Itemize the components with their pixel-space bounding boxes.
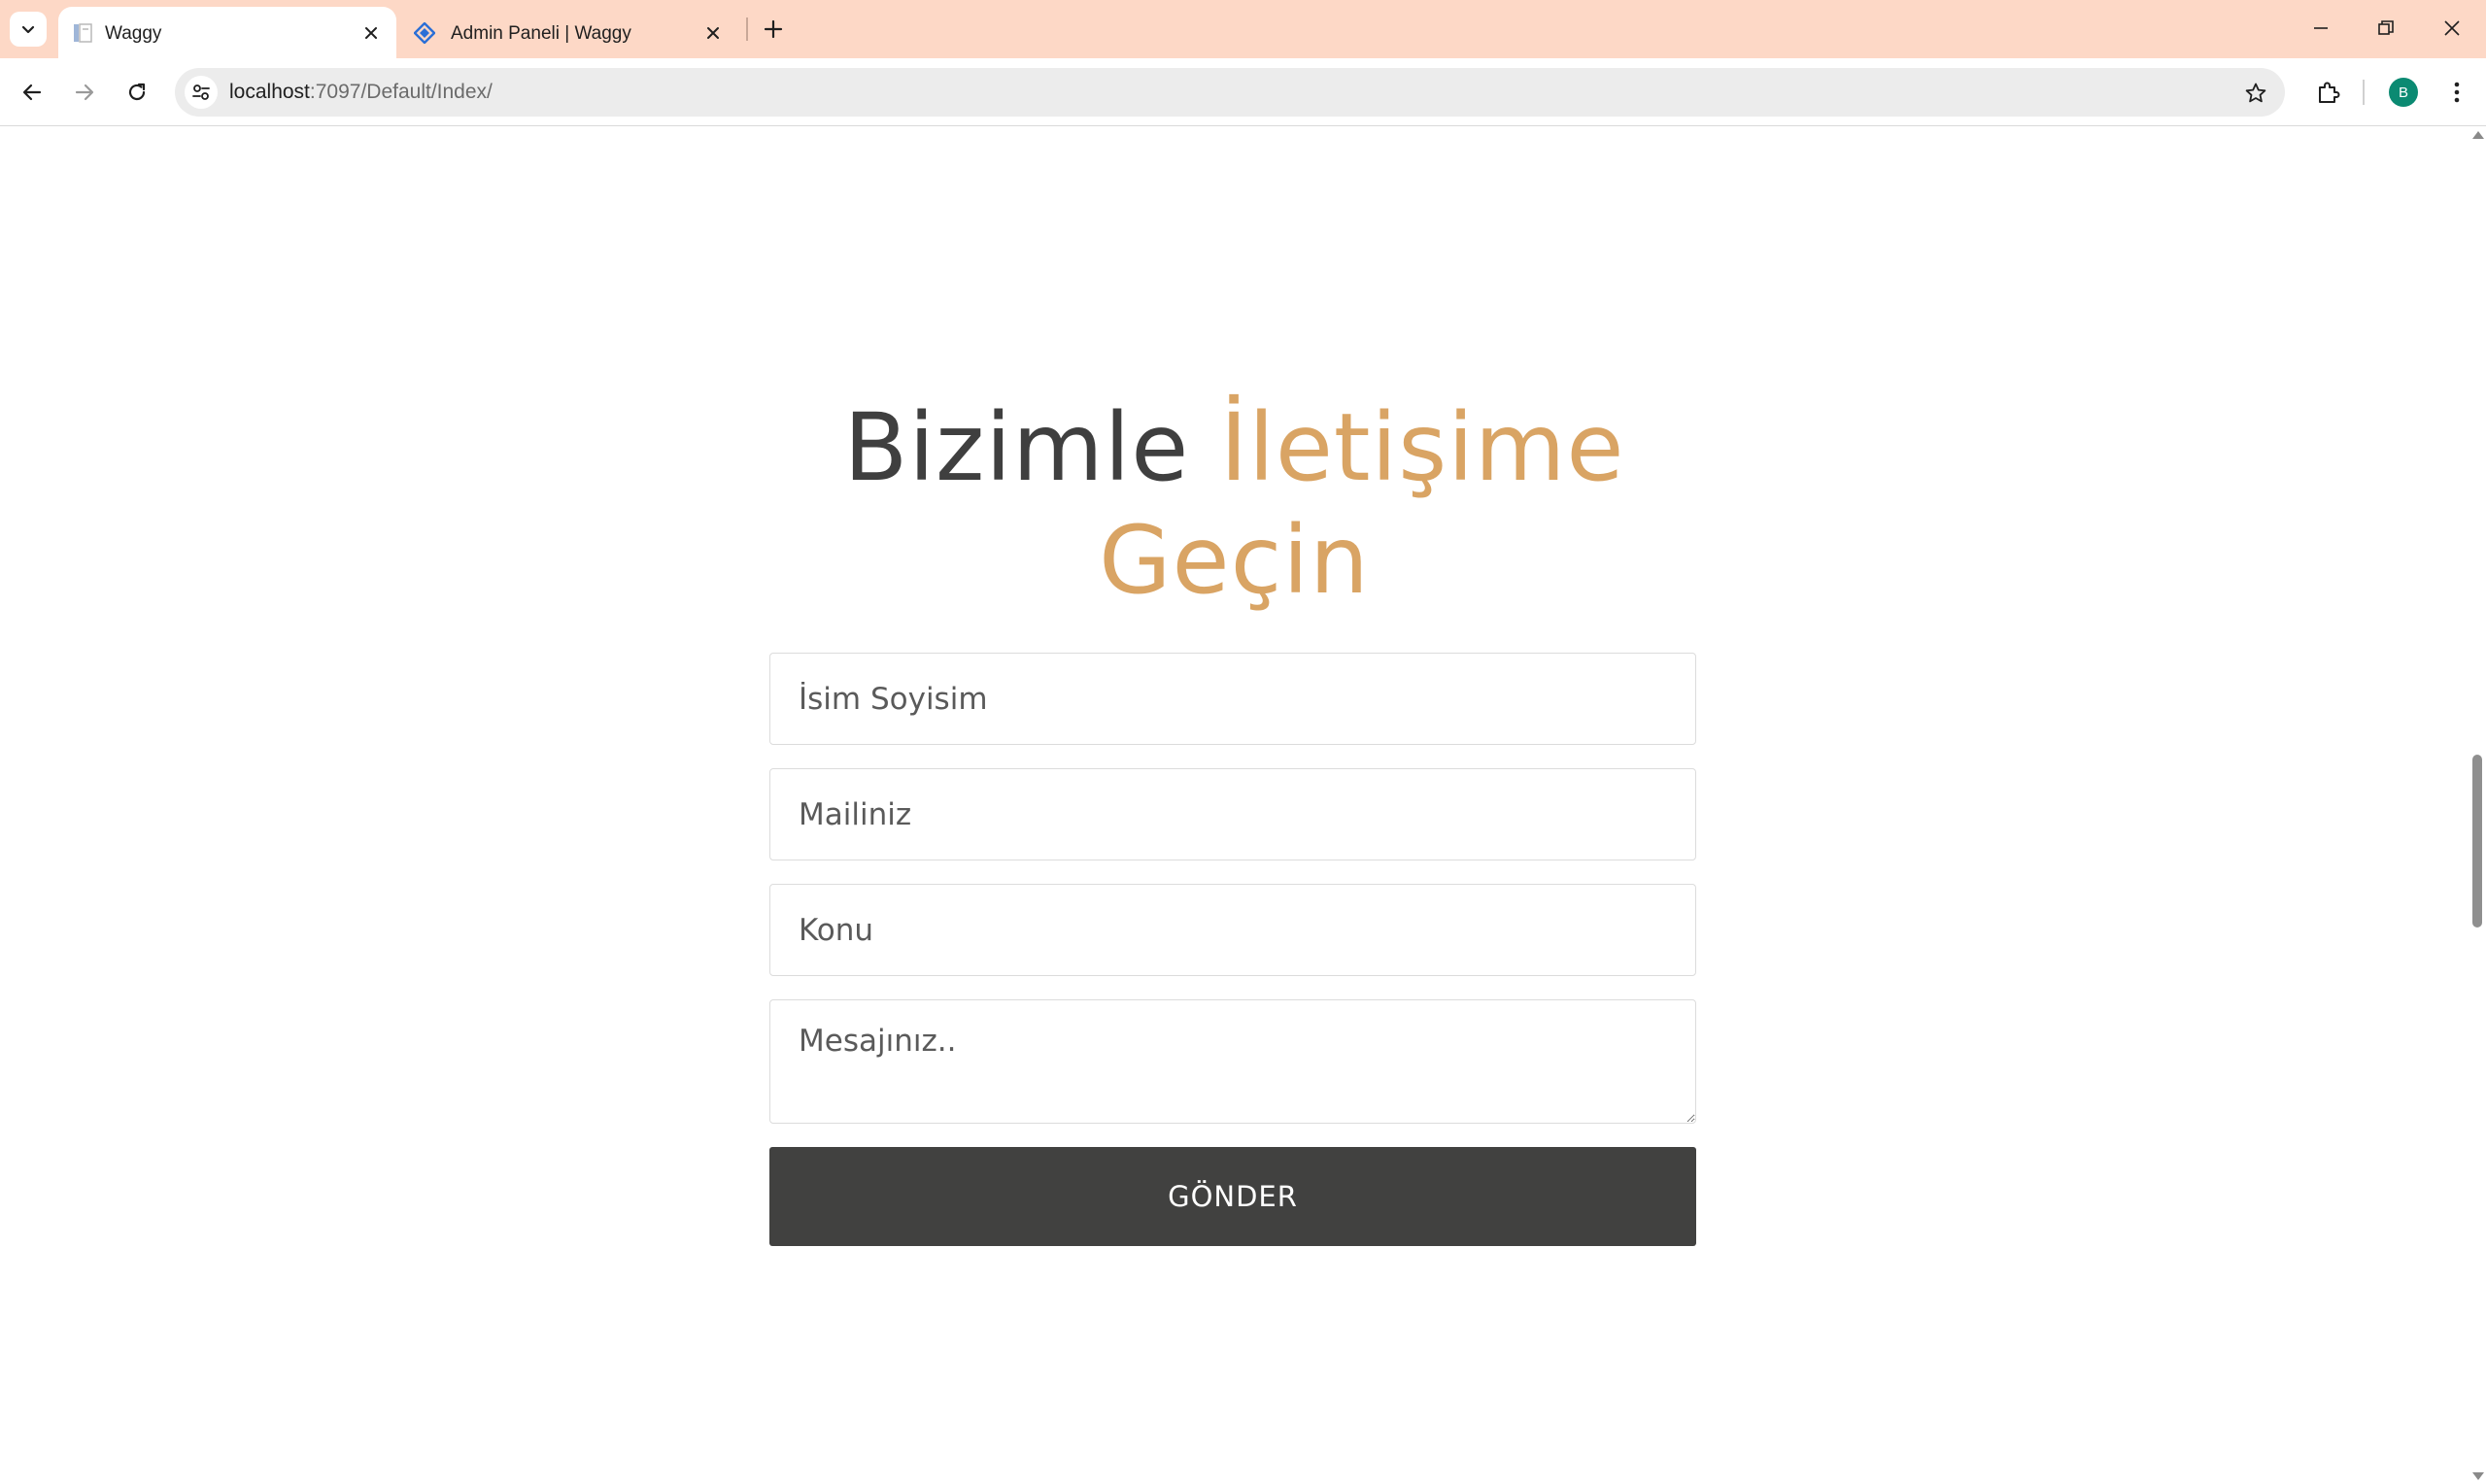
scroll-thumb[interactable] — [2472, 755, 2482, 928]
page-content: Bizimle İletişime Geçin GÖNDER — [0, 127, 2469, 1484]
new-tab-button[interactable] — [758, 14, 789, 45]
puzzle-icon — [2319, 82, 2340, 103]
contact-heading: Bizimle İletişime Geçin — [0, 391, 2469, 617]
tab-waggy[interactable]: Waggy — [58, 7, 396, 58]
url-host: localhost — [229, 81, 310, 103]
browser-menu-button[interactable] — [2438, 74, 2475, 111]
extensions-button[interactable] — [2310, 74, 2347, 111]
bookmark-star-button[interactable] — [2242, 80, 2269, 107]
url-text: localhost:7097/Default/Index/ — [229, 81, 493, 104]
close-window-button[interactable] — [2418, 0, 2486, 56]
profile-avatar[interactable]: B — [2389, 78, 2418, 107]
restore-icon — [2378, 20, 2394, 35]
heading-accent-text: İletişime — [1219, 393, 1625, 502]
reload-icon — [128, 83, 146, 101]
restore-button[interactable] — [2352, 0, 2420, 56]
tab-search-button[interactable] — [10, 12, 47, 47]
back-button[interactable] — [14, 74, 51, 111]
scroll-up-arrow-icon[interactable] — [2472, 131, 2484, 139]
close-tab-icon[interactable] — [359, 21, 383, 45]
email-input[interactable] — [769, 768, 1696, 860]
name-input[interactable] — [769, 653, 1696, 745]
tab-title: Admin Paneli | Waggy — [451, 23, 631, 44]
more-vertical-icon — [2454, 82, 2460, 103]
heading-accent-text-2: Geçin — [1099, 506, 1370, 615]
page-scrollbar[interactable] — [2469, 127, 2486, 1484]
subject-input[interactable] — [769, 884, 1696, 976]
tune-icon — [192, 84, 210, 100]
browser-toolbar: localhost:7097/Default/Index/ B — [0, 58, 2486, 126]
reload-button[interactable] — [119, 74, 155, 111]
tab-separator — [746, 17, 748, 41]
tab-strip: Waggy Admin Paneli | Waggy — [0, 0, 2486, 58]
star-icon — [2245, 83, 2266, 103]
minimize-button[interactable] — [2287, 0, 2355, 56]
url-path: :7097/Default/Index/ — [309, 81, 493, 103]
address-bar[interactable]: localhost:7097/Default/Index/ — [175, 68, 2285, 117]
scroll-down-arrow-icon[interactable] — [2472, 1472, 2484, 1480]
plus-icon — [764, 19, 783, 39]
minimize-icon — [2314, 27, 2328, 29]
submit-button[interactable]: GÖNDER — [769, 1147, 1696, 1246]
forward-button[interactable] — [66, 74, 103, 111]
site-info-button[interactable] — [185, 76, 218, 109]
diamond-logo-icon — [414, 22, 435, 44]
tab-title: Waggy — [105, 23, 162, 44]
message-textarea[interactable] — [769, 999, 1696, 1124]
close-icon — [2444, 20, 2460, 36]
close-tab-icon[interactable] — [701, 21, 725, 45]
toolbar-divider — [2363, 80, 2365, 105]
heading-plain-text: Bizimle — [843, 393, 1220, 502]
page-favicon-icon — [74, 23, 92, 43]
arrow-right-icon — [75, 84, 94, 101]
tab-admin-paneli[interactable]: Admin Paneli | Waggy — [400, 7, 738, 58]
chevron-down-icon — [21, 25, 35, 34]
arrow-left-icon — [22, 84, 42, 101]
